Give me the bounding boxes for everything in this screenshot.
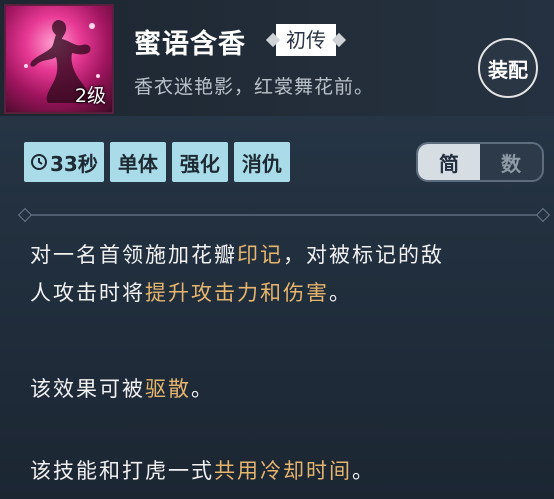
skill-tier-label: 初传 — [276, 24, 336, 56]
skill-header: 2级 蜜语含香 初传 香衣迷艳影，红裳舞花前。 装配 — [0, 0, 554, 116]
skill-portrait: 2级 — [4, 4, 114, 114]
attribute-chip-threat: 消仇 — [233, 142, 290, 182]
skill-attribute-tags: 33秒 单体 强化 消仇 — [24, 142, 290, 182]
cooldown-value: 33秒 — [50, 151, 98, 176]
equip-button[interactable]: 装配 — [478, 38, 538, 98]
description-text: 。 — [352, 459, 375, 483]
keyword-attack-damage[interactable]: 提升攻击力和伤害 — [145, 281, 329, 305]
description-text: 该效果可被 — [30, 377, 145, 401]
keyword-shared-cooldown[interactable]: 共用冷却时间 — [214, 459, 352, 483]
attribute-chip-buff: 强化 — [171, 142, 228, 182]
skill-subtitle: 香衣迷艳影，红裳舞花前。 — [134, 76, 375, 98]
description-text: 。 — [191, 377, 214, 401]
toggle-option-simple[interactable]: 简 — [418, 144, 480, 180]
view-mode-toggle[interactable]: 简 数 — [416, 142, 544, 182]
description-line: 对一名首领施加花瓣印记，对被标记的敌 — [30, 236, 530, 274]
keyword-dispel[interactable]: 驱散 — [145, 377, 191, 401]
description-text: 。 — [329, 281, 352, 305]
section-divider — [24, 214, 544, 216]
toggle-option-numeric[interactable]: 数 — [480, 144, 542, 180]
description-paragraph-2: 该效果可被驱散。 — [30, 370, 530, 408]
clock-icon — [31, 154, 47, 170]
description-text: 人攻击时将 — [30, 281, 145, 305]
skill-name: 蜜语含香 — [134, 29, 246, 60]
description-text: 对一名首领施加花瓣 — [30, 243, 237, 267]
description-paragraph-1: 对一名首领施加花瓣印记，对被标记的敌 人攻击时将提升攻击力和伤害。 — [30, 236, 530, 312]
skill-level-badge: 2级 — [74, 85, 106, 107]
cooldown-chip: 33秒 — [24, 142, 104, 182]
description-line: 人攻击时将提升攻击力和伤害。 — [30, 274, 530, 312]
description-text: 该技能和打虎一式 — [30, 459, 214, 483]
keyword-mark[interactable]: 印记 — [237, 243, 283, 267]
description-paragraph-3: 该技能和打虎一式共用冷却时间。 — [30, 452, 530, 490]
attribute-chip-target: 单体 — [109, 142, 166, 182]
description-text: ，对被标记的敌 — [283, 243, 444, 267]
skill-tier-tag: 初传 — [265, 24, 347, 56]
